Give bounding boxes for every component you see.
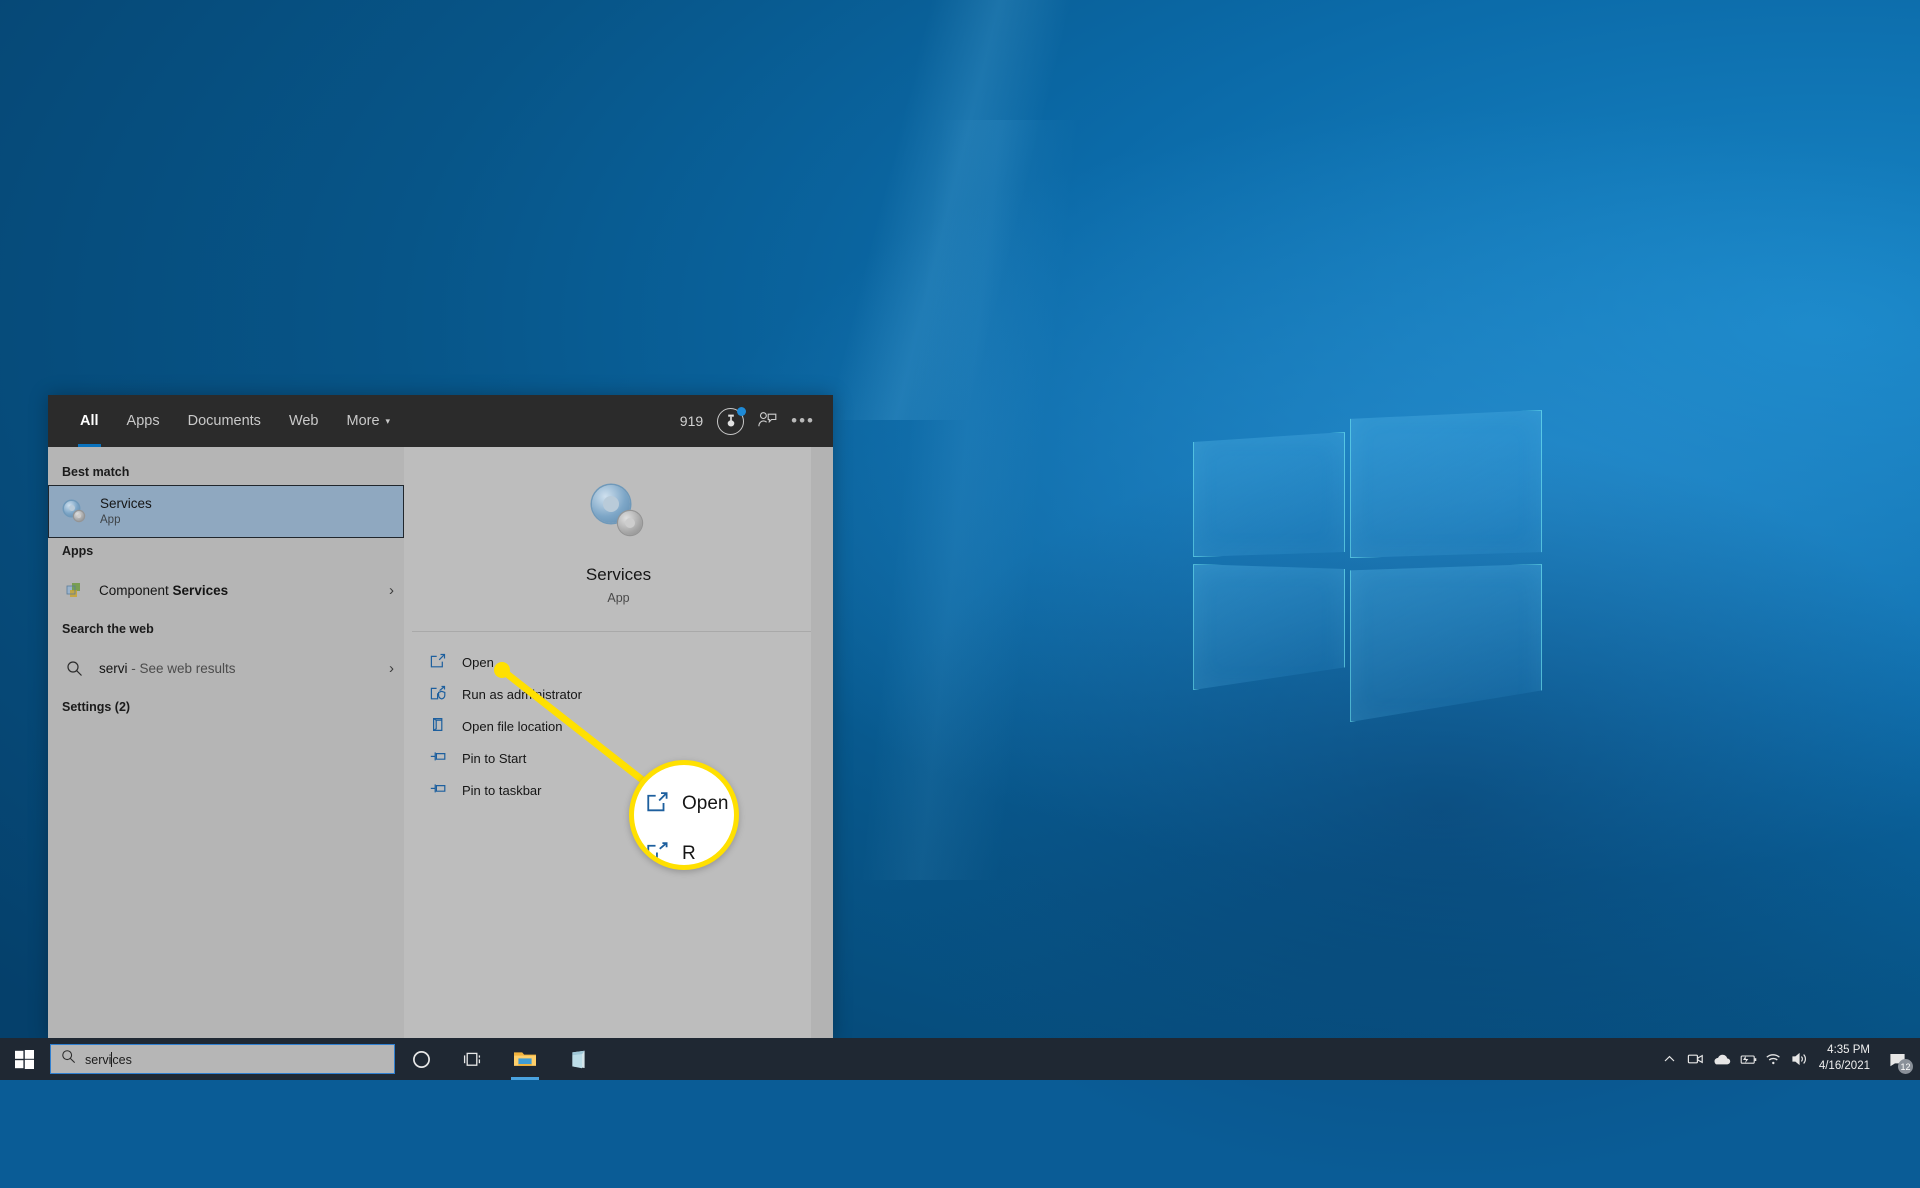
- onedrive-cloud-icon[interactable]: [1709, 1038, 1735, 1080]
- microsoft-rewards-icon[interactable]: [717, 408, 744, 435]
- task-view-icon[interactable]: [447, 1038, 499, 1080]
- tab-more-label: More: [347, 413, 380, 429]
- action-open-file-location[interactable]: Open file location: [404, 710, 833, 742]
- best-match-label: Best match: [48, 459, 404, 485]
- tab-more[interactable]: More ▾: [333, 395, 405, 447]
- services-gears-icon: [63, 501, 87, 523]
- action-label: Open: [462, 655, 494, 670]
- open-icon: [430, 653, 448, 671]
- result-subtitle: App: [100, 513, 152, 527]
- tab-documents[interactable]: Documents: [174, 395, 275, 447]
- folder-location-icon: [430, 717, 448, 735]
- wifi-icon[interactable]: [1761, 1038, 1787, 1080]
- search-results-list: Best match Services App Apps: [48, 447, 404, 1040]
- logo-pane-top-left: [1193, 432, 1345, 557]
- taskbar: services: [0, 1038, 1920, 1080]
- action-center-icon[interactable]: 12: [1880, 1038, 1914, 1080]
- volume-icon[interactable]: [1787, 1038, 1813, 1080]
- preview-header: Services App: [404, 447, 833, 605]
- result-title: Component Services: [99, 583, 228, 598]
- chevron-right-icon[interactable]: ›: [389, 582, 394, 599]
- app-preview-pane: Services App Open: [404, 447, 833, 1040]
- tab-documents-label: Documents: [188, 413, 261, 429]
- action-label: Pin to Start: [462, 751, 526, 766]
- pin-icon: [430, 749, 448, 767]
- pin-icon: [430, 781, 448, 799]
- result-web-search[interactable]: servi - See web results ›: [48, 642, 404, 694]
- search-tabs: All Apps Documents Web More ▾: [66, 395, 404, 447]
- action-pin-to-taskbar[interactable]: Pin to taskbar: [404, 774, 833, 806]
- system-tray: 4:35 PM 4/16/2021 12: [1657, 1038, 1920, 1080]
- result-title: Services: [100, 496, 152, 513]
- action-center-badge: 12: [1898, 1059, 1913, 1074]
- windows-start-icon[interactable]: [0, 1038, 48, 1080]
- search-header-actions: 919 •••: [680, 408, 833, 435]
- tab-apps-label: Apps: [127, 413, 160, 429]
- preview-actions-list: Open Run as administrator: [404, 632, 833, 806]
- windows-hero-logo: [1150, 370, 1550, 750]
- action-run-as-administrator[interactable]: Run as administrator: [404, 678, 833, 710]
- preview-title: Services: [586, 565, 651, 585]
- file-explorer-icon[interactable]: [499, 1038, 551, 1080]
- result-component-services[interactable]: Component Services ›: [48, 564, 404, 616]
- chevron-down-icon: ▾: [386, 417, 391, 426]
- cortana-circle-icon[interactable]: [395, 1038, 447, 1080]
- search-icon: [62, 660, 86, 677]
- tab-all[interactable]: All: [66, 395, 113, 447]
- search-header: All Apps Documents Web More ▾ 919: [48, 395, 833, 447]
- action-pin-to-start[interactable]: Pin to Start: [404, 742, 833, 774]
- feedback-person-icon[interactable]: [758, 411, 777, 432]
- clock-time: 4:35 PM: [1827, 1043, 1870, 1059]
- clock-date: 4/16/2021: [1819, 1059, 1870, 1075]
- microsoft-store-icon[interactable]: [551, 1038, 603, 1080]
- rewards-notification-dot: [737, 407, 746, 416]
- search-text-caret: [111, 1052, 112, 1067]
- shield-run-as-admin-icon: [430, 685, 448, 703]
- action-label: Open file location: [462, 719, 562, 734]
- show-hidden-icons[interactable]: [1657, 1038, 1683, 1080]
- more-options-icon[interactable]: •••: [791, 411, 815, 431]
- search-the-web-label: Search the web: [48, 616, 404, 642]
- settings-label: Settings (2): [48, 694, 404, 720]
- tab-web[interactable]: Web: [275, 395, 333, 447]
- apps-label: Apps: [48, 538, 404, 564]
- start-search-panel: All Apps Documents Web More ▾ 919: [48, 395, 833, 1040]
- meet-now-icon[interactable]: [1683, 1038, 1709, 1080]
- tab-all-label: All: [80, 413, 99, 429]
- action-label: Run as administrator: [462, 687, 582, 702]
- result-services-best-match[interactable]: Services App: [48, 485, 404, 538]
- logo-pane-bottom-right: [1350, 564, 1542, 722]
- logo-pane-bottom-left: [1193, 564, 1345, 690]
- taskbar-search-input[interactable]: services: [50, 1044, 395, 1074]
- action-label: Pin to taskbar: [462, 783, 542, 798]
- tab-apps[interactable]: Apps: [113, 395, 174, 447]
- search-input-value: services: [85, 1052, 132, 1067]
- taskbar-clock[interactable]: 4:35 PM 4/16/2021: [1813, 1043, 1880, 1074]
- rewards-glyph: [724, 414, 738, 428]
- web-query: servi - See web results: [99, 661, 236, 676]
- battery-charging-icon[interactable]: [1735, 1038, 1761, 1080]
- logo-pane-top-right: [1350, 410, 1542, 558]
- services-gears-icon: [592, 485, 646, 539]
- component-services-icon: [62, 581, 86, 599]
- preview-right-edge: [811, 447, 833, 1040]
- tab-web-label: Web: [289, 413, 319, 429]
- chevron-right-icon[interactable]: ›: [389, 660, 394, 677]
- search-body: Best match Services App Apps: [48, 447, 833, 1040]
- rewards-points: 919: [680, 413, 703, 429]
- preview-subtitle: App: [607, 591, 629, 605]
- action-open[interactable]: Open: [404, 646, 833, 678]
- search-icon: [61, 1049, 76, 1069]
